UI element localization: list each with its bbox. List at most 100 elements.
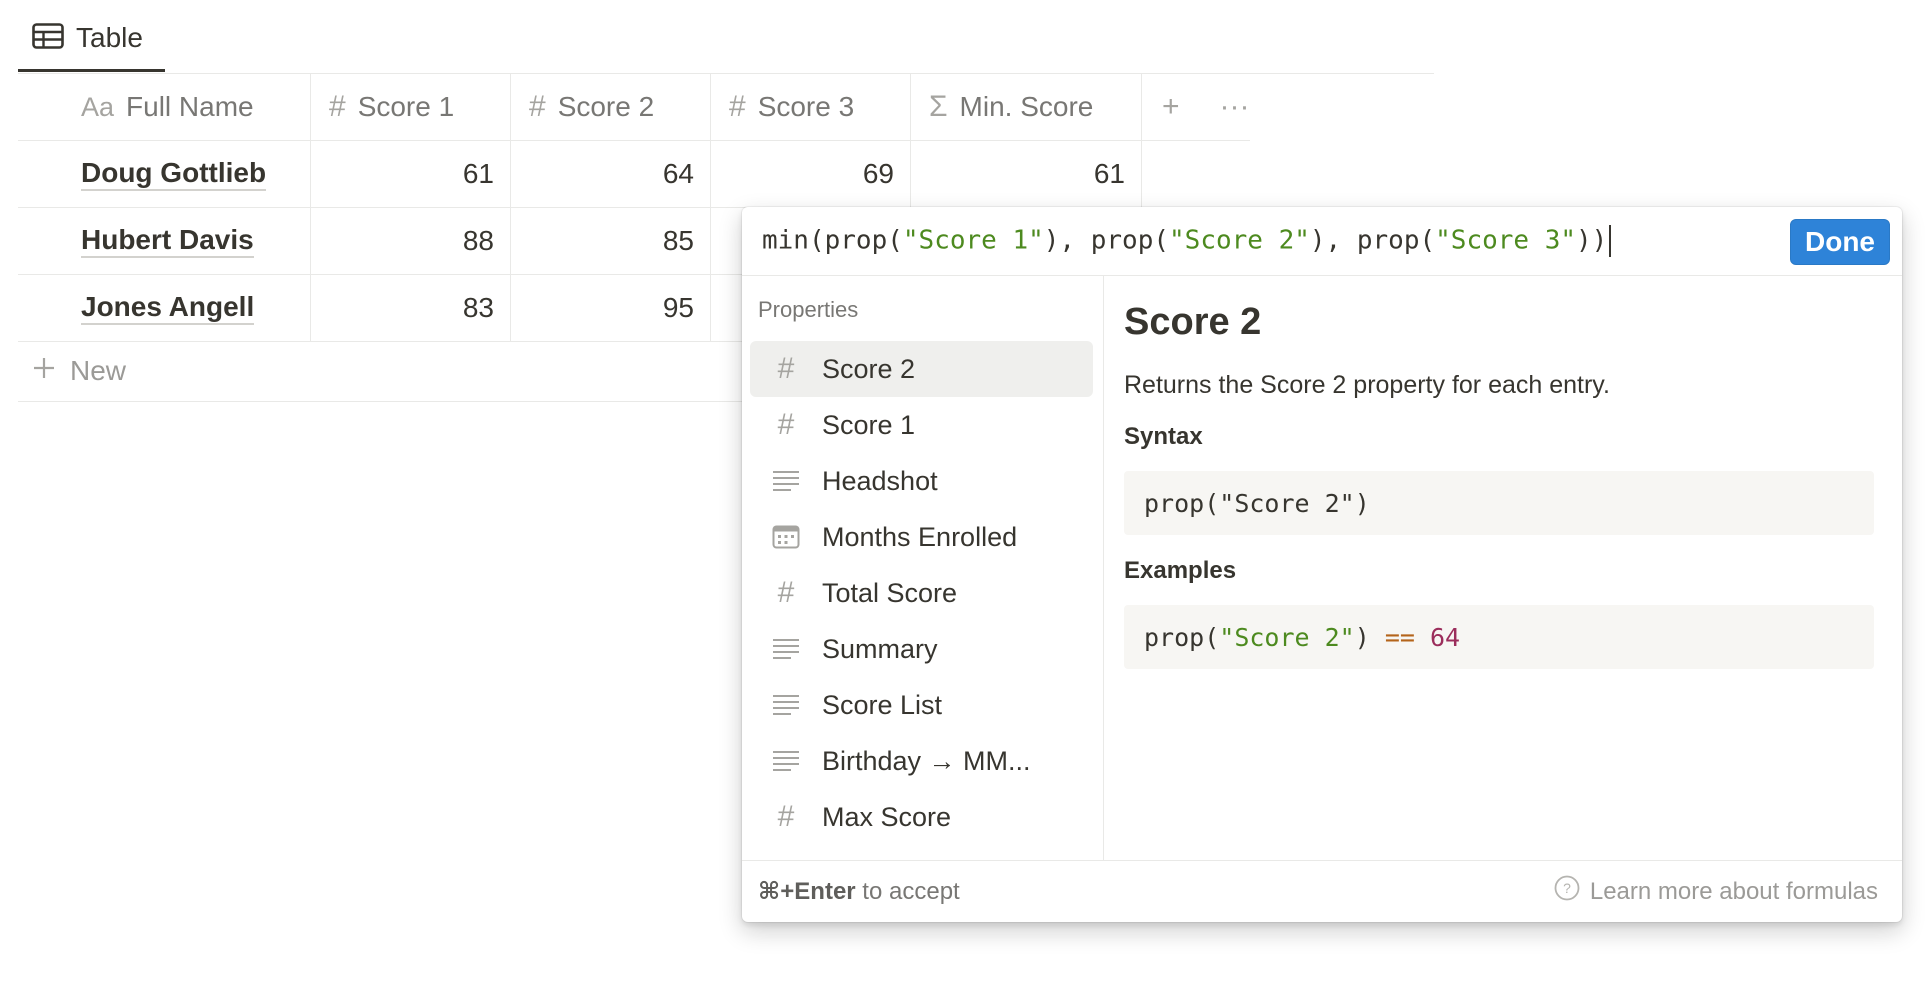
property-label: Score 2: [822, 353, 916, 384]
formula-editor-popup: min(prop("Score 1"), prop("Score 2"), pr…: [742, 207, 1902, 922]
code-fn: ): [1354, 622, 1385, 652]
property-item-summary[interactable]: Summary: [750, 621, 1093, 677]
help-icon: ?: [1554, 875, 1580, 908]
calendar-icon: [750, 524, 822, 550]
score-2-cell[interactable]: 95: [511, 275, 711, 341]
accept-hint: ⌘+Enter to accept: [758, 877, 960, 906]
name-cell[interactable]: Jones Angell: [18, 275, 311, 341]
table-row: Doug Gottlieb 61 64 69 61: [18, 141, 1250, 208]
row-title[interactable]: Doug Gottlieb: [81, 157, 267, 191]
property-item-months-enrolled[interactable]: Months Enrolled: [750, 509, 1093, 565]
column-header-score-1[interactable]: # Score 1: [311, 74, 511, 140]
learn-more-link[interactable]: ? Learn more about formulas: [1554, 875, 1878, 908]
column-header-min-score[interactable]: Σ Min. Score: [911, 74, 1142, 140]
text-property-icon: [750, 637, 822, 661]
column-header-label: Min. Score: [959, 91, 1094, 122]
tab-label: Table: [76, 22, 143, 53]
score-1-cell[interactable]: 88: [311, 208, 511, 274]
name-cell[interactable]: Doug Gottlieb: [18, 141, 311, 207]
formula-fn: min(prop(: [762, 225, 903, 256]
done-button[interactable]: Done: [1790, 219, 1890, 265]
number-property-icon: #: [777, 800, 795, 833]
new-row-label: New: [70, 354, 127, 386]
svg-text:?: ?: [1563, 880, 1571, 896]
syntax-code-block: prop("Score 2"): [1124, 471, 1874, 535]
score-2-cell[interactable]: 85: [511, 208, 711, 274]
formula-input[interactable]: min(prop("Score 1"), prop("Score 2"), pr…: [742, 207, 1902, 276]
score-1-cell[interactable]: 61: [311, 141, 511, 207]
score-3-cell[interactable]: 69: [711, 141, 911, 207]
score-2-cell[interactable]: 64: [511, 141, 711, 207]
column-header-label: Full Name: [126, 91, 254, 122]
detail-description: Returns the Score 2 property for each en…: [1124, 371, 1610, 399]
code-fn: prop(: [1144, 488, 1220, 518]
formula-fn: ), prop(: [1309, 225, 1436, 256]
text-property-icon: [750, 469, 822, 493]
formula-string: "Score 3": [1435, 225, 1577, 256]
formula-expression[interactable]: min(prop("Score 1"), prop("Score 2"), pr…: [762, 225, 1612, 257]
column-header-score-2[interactable]: # Score 2: [511, 74, 711, 140]
text-property-icon: Aa: [81, 91, 115, 122]
property-item-score-list[interactable]: Score List: [750, 677, 1093, 733]
column-header-score-3[interactable]: # Score 3: [711, 74, 911, 140]
property-label: Headshot: [822, 465, 938, 496]
code-string: "Score 2": [1219, 488, 1355, 518]
formula-fn: ), prop(: [1043, 225, 1170, 256]
popup-footer: ⌘+Enter to accept ? Learn more about for…: [742, 860, 1902, 922]
tab-table[interactable]: Table: [18, 14, 165, 72]
column-header-label: Score 3: [757, 91, 855, 122]
property-item-birthday[interactable]: Birthday → MM...: [750, 733, 1093, 789]
add-column-icon[interactable]: +: [1162, 90, 1180, 124]
tab-active-indicator: [18, 69, 165, 72]
formula-string: "Score 2": [1169, 225, 1310, 256]
code-string: "Score 2": [1219, 622, 1355, 652]
table-icon: [32, 22, 64, 54]
table-header-row: Aa Full Name # Score 1 # Score 2 # Score…: [18, 74, 1250, 141]
property-item-headshot[interactable]: Headshot: [750, 453, 1093, 509]
detail-title: Score 2: [1124, 301, 1262, 343]
property-label: Total Score: [822, 577, 958, 608]
text-caret: [1609, 225, 1612, 257]
code-number: 64: [1414, 622, 1461, 652]
number-property-icon: #: [777, 576, 795, 609]
property-label: Summary: [822, 633, 938, 664]
property-label: Score List: [822, 689, 943, 720]
learn-more-label: Learn more about formulas: [1589, 877, 1878, 905]
properties-heading: Properties: [758, 297, 859, 322]
number-property-icon: #: [729, 90, 746, 123]
column-header-label: Score 1: [357, 91, 455, 122]
formula-fn: )): [1576, 225, 1608, 256]
property-item-total-score[interactable]: # Total Score: [750, 565, 1093, 621]
syntax-heading: Syntax: [1124, 423, 1203, 450]
property-item-score-2[interactable]: # Score 2: [750, 341, 1093, 397]
text-property-icon: [750, 693, 822, 717]
formula-property-icon: Σ: [929, 90, 948, 123]
property-detail-panel: Score 2 Returns the Score 2 property for…: [1104, 275, 1902, 860]
column-header-full-name[interactable]: Aa Full Name: [18, 74, 311, 140]
plus-icon: [32, 355, 56, 387]
property-item-max-score[interactable]: # Max Score: [750, 789, 1093, 845]
name-cell[interactable]: Hubert Davis: [18, 208, 311, 274]
min-score-cell[interactable]: 61: [911, 141, 1142, 207]
more-options-icon[interactable]: ···: [1220, 90, 1250, 124]
header-actions: + ···: [1142, 74, 1250, 140]
text-property-icon: [750, 749, 822, 773]
code-fn: ): [1354, 488, 1370, 518]
property-label: Score 1: [822, 409, 916, 440]
formula-string: "Score 1": [902, 225, 1044, 256]
row-title[interactable]: Hubert Davis: [81, 224, 254, 258]
property-item-score-1[interactable]: # Score 1: [750, 397, 1093, 453]
shortcut-key: ⌘+Enter: [758, 878, 856, 905]
number-property-icon: #: [777, 352, 795, 385]
score-1-cell[interactable]: 83: [311, 275, 511, 341]
property-label: Birthday → MM...: [822, 745, 1031, 776]
row-title[interactable]: Jones Angell: [81, 291, 255, 325]
hint-text: to accept: [855, 878, 960, 905]
number-property-icon: #: [777, 408, 795, 441]
code-fn: prop(: [1144, 622, 1220, 652]
properties-list: # Score 2 # Score 1 Headshot Months Enro…: [750, 341, 1093, 845]
examples-heading: Examples: [1124, 557, 1237, 584]
properties-panel: Properties # Score 2 # Score 1 Headshot: [742, 275, 1104, 860]
number-property-icon: #: [529, 90, 546, 123]
example-code-block: prop("Score 2") == 64: [1124, 605, 1874, 669]
